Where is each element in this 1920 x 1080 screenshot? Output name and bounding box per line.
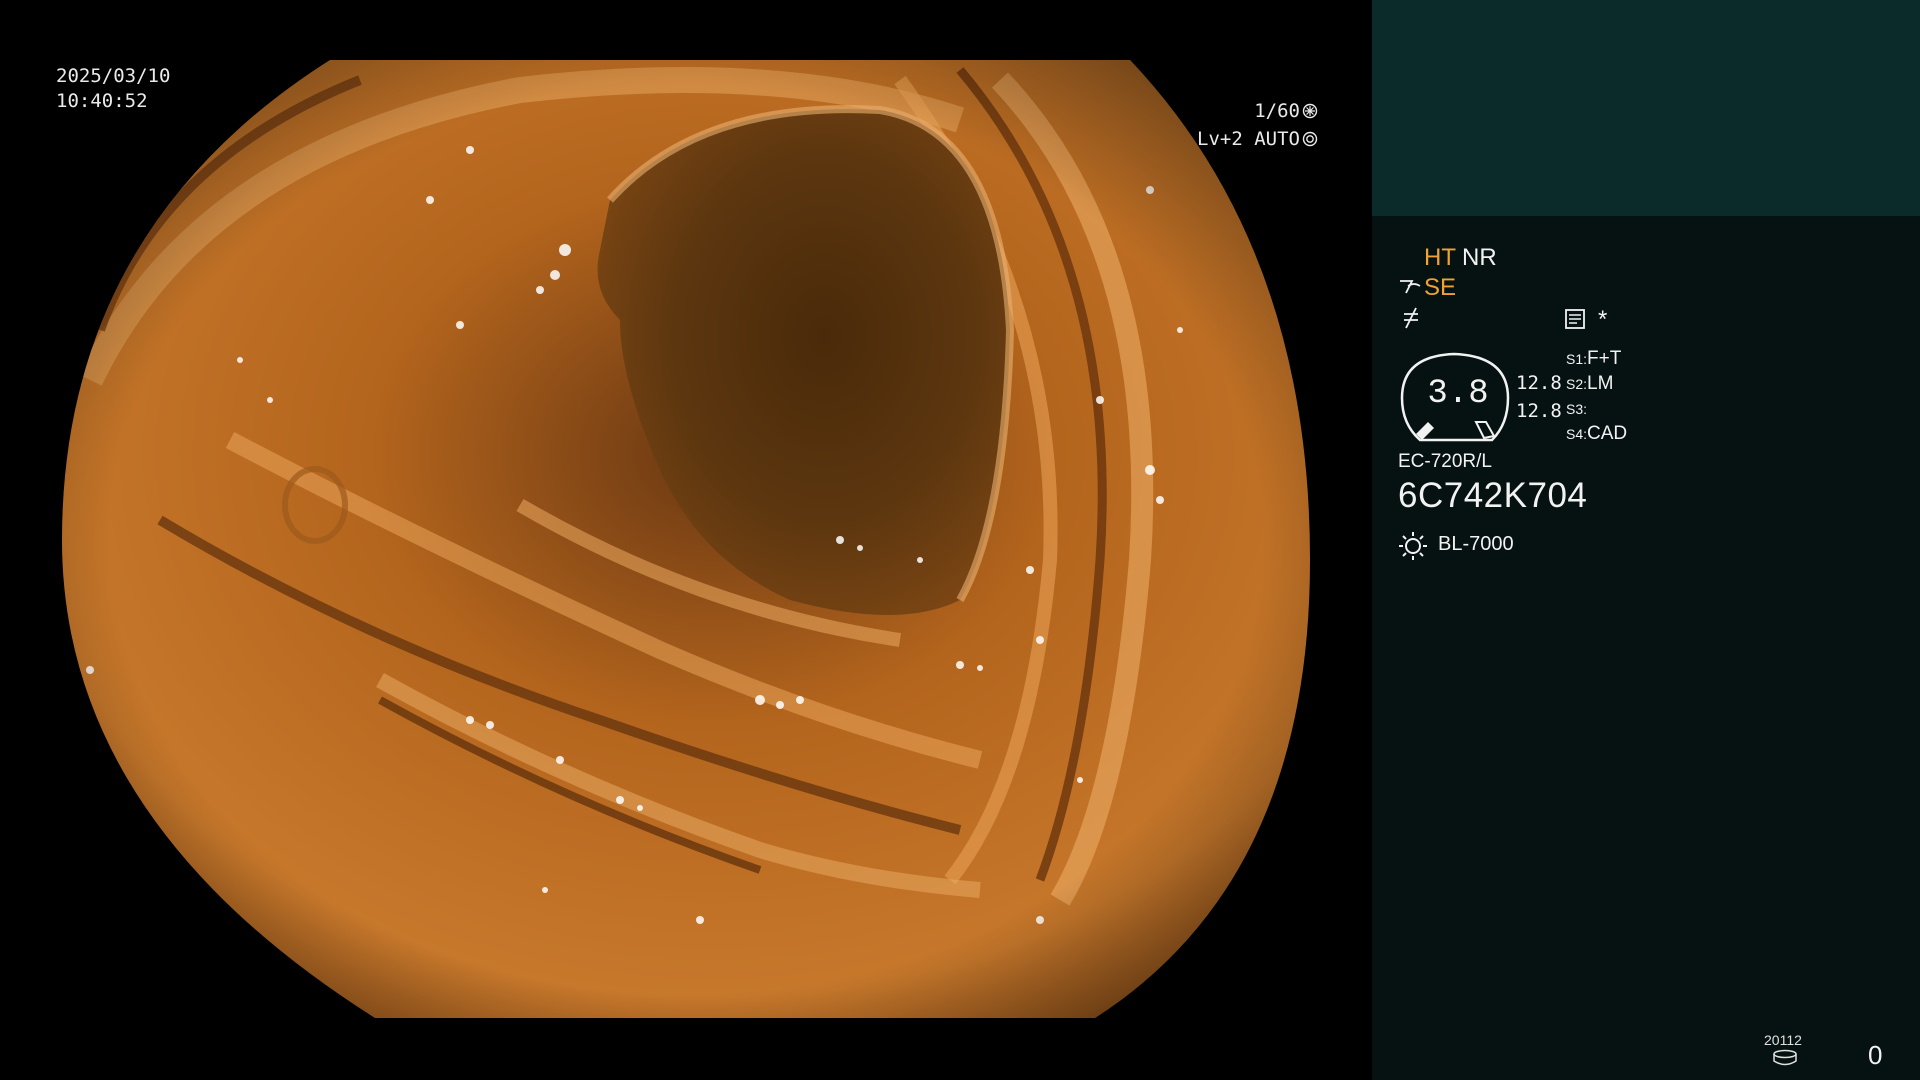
record-number: 20112 (1764, 1032, 1802, 1048)
exposure-label: Lv+2 AUTO (1197, 128, 1300, 150)
mode-se: SE (1424, 274, 1457, 301)
scope-serial: 6C742K704 (1398, 476, 1588, 515)
slash-icon (1404, 307, 1418, 329)
time-label: 10:40:52 (56, 90, 148, 112)
light-source-label: BL-7000 (1438, 533, 1514, 555)
iris-icon (1302, 131, 1318, 147)
se-icon (1400, 280, 1421, 294)
exposure-readout: Lv+2 AUTO (1197, 128, 1318, 150)
date-time: 2025/03/10 10:40:52 (56, 64, 170, 114)
endoscopic-image (62, 60, 1310, 1018)
zoom-value: 3.8 (1427, 375, 1489, 413)
mode-nr: NR (1462, 244, 1497, 271)
switch-3-key: S3: (1566, 401, 1588, 417)
disk-icon (1773, 1049, 1797, 1066)
endoscope-view: 2025/03/10 10:40:52 1/60 Lv+2 AUTO (0, 0, 1372, 1080)
shutter-label: 1/60 (1254, 100, 1300, 122)
switch-2-value: LM (1587, 373, 1614, 394)
shutter-icon (1302, 103, 1318, 119)
switch-2-key: S2: (1566, 376, 1588, 392)
light-source-icon (1399, 532, 1427, 560)
switch-1-key: S1: (1566, 351, 1588, 367)
mode-ht: HT (1424, 244, 1456, 271)
switch-3: S3: (1566, 398, 1587, 420)
info-panel: HT NR SE * 3.8 12.8 12.8 S1:F+T S2:LM S3… (1372, 0, 1920, 1080)
switch-4-key: S4: (1566, 426, 1588, 442)
switch-1-value: F+T (1587, 348, 1622, 369)
switch-4-value: CAD (1587, 423, 1628, 444)
memo-icon (1565, 309, 1585, 329)
record-count: 0 (1868, 1040, 1883, 1070)
info-panel-header (1372, 0, 1920, 216)
scope-model: EC-720R/L (1398, 451, 1492, 472)
switch-4: S4:CAD (1566, 423, 1627, 445)
asterisk-mark: * (1598, 306, 1608, 333)
shutter-readout: 1/60 (1254, 100, 1318, 122)
ratio-top: 12.8 (1516, 372, 1562, 394)
switch-1: S1:F+T (1566, 348, 1621, 370)
date-label: 2025/03/10 (56, 65, 171, 87)
switch-2: S2:LM (1566, 373, 1613, 395)
ratio-bottom: 12.8 (1516, 400, 1562, 422)
